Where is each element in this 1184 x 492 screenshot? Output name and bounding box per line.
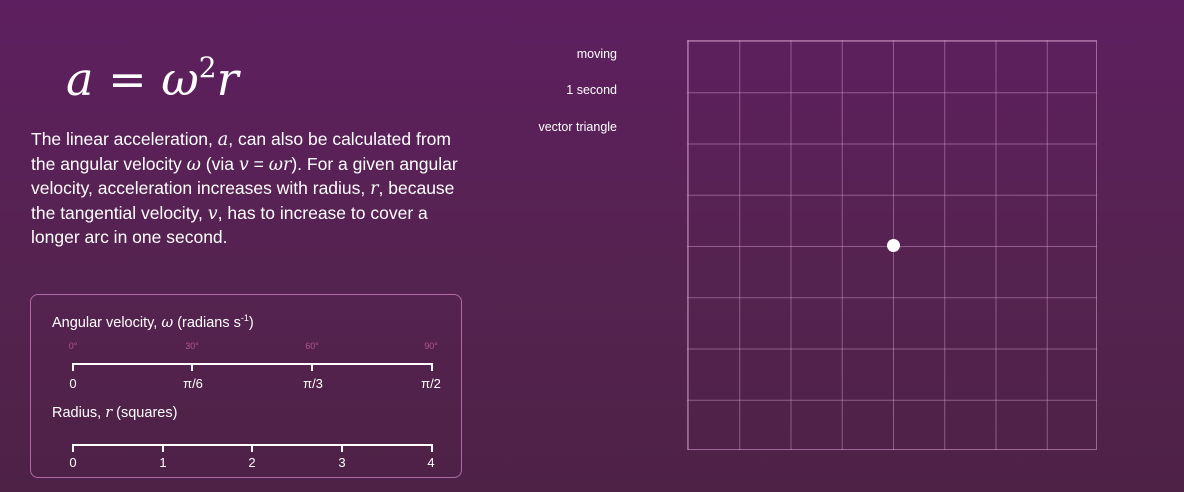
desc-symbol-omega: ω [186, 154, 201, 175]
desc-symbol-a: a [217, 130, 229, 150]
vector-triangle-option[interactable]: vector triangle [538, 120, 617, 134]
moving-option[interactable]: moving [577, 47, 617, 61]
label-text: (squares) [112, 405, 178, 421]
label-text: ) [248, 314, 254, 331]
desc-symbol-v: v [207, 203, 218, 224]
label-exponent: -1 [240, 313, 249, 323]
formula-omega: ω [161, 52, 199, 106]
formula-r: r [216, 52, 239, 106]
desc-part: (via [200, 153, 239, 174]
radius-track[interactable] [72, 444, 433, 446]
angular-velocity-label: Angular velocity, ω (radians s-1) [52, 313, 254, 331]
desc-part: The linear acceleration, [31, 129, 218, 149]
angular-velocity-track[interactable] [72, 363, 433, 365]
formula-title: a = ω2r [66, 40, 239, 107]
description-text: The linear acceleration, a, can also be … [31, 128, 471, 250]
rotating-object-dot[interactable] [887, 239, 900, 252]
desc-part: = [248, 153, 269, 174]
label-text: Angular velocity, [52, 314, 162, 331]
formula-equals: = [108, 52, 147, 106]
label-text: (radians s [173, 314, 241, 331]
radius-label: Radius, r (squares) [52, 405, 177, 421]
formula-a: a [66, 52, 94, 106]
desc-symbol-v: v [238, 154, 249, 175]
label-symbol: ω [161, 314, 174, 331]
desc-symbol-wr: ωr [268, 154, 292, 175]
desc-symbol-r: r [370, 179, 379, 199]
label-text: Radius, [52, 405, 106, 421]
one-second-option[interactable]: 1 second [566, 83, 617, 97]
formula-power: 2 [198, 51, 217, 84]
